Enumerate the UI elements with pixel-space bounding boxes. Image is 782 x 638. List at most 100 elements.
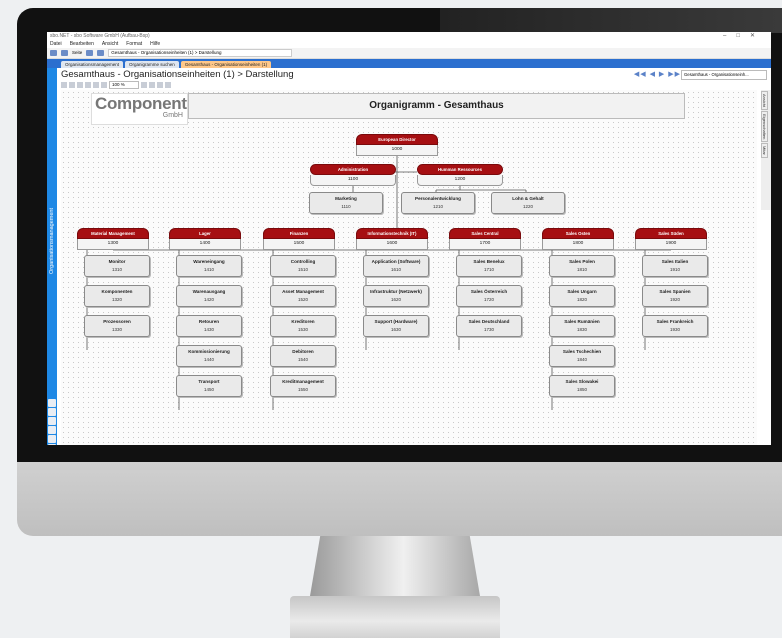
org-unit-node[interactable]: Finanzen 1500 — [263, 228, 335, 250]
org-sub-unit[interactable]: Wareneingang 1410 — [176, 255, 242, 277]
org-sub-unit[interactable]: Controlling 1510 — [270, 255, 336, 277]
chart-icon[interactable] — [48, 435, 56, 443]
format-icon[interactable] — [165, 82, 171, 88]
org-unit-node[interactable]: Material Management 1300 — [77, 228, 149, 250]
org-unit-code: 1400 — [169, 239, 241, 250]
sub-unit-name: Sales Ungarn — [567, 289, 597, 294]
print-icon[interactable] — [61, 82, 67, 88]
sub-unit-name: Sales Österreich — [470, 289, 508, 294]
main-toolbar: Seite Gesamthaus - Organisationseinheite… — [47, 48, 771, 59]
org-sub-unit[interactable]: Komponenten 1320 — [84, 285, 150, 307]
sidebar-label[interactable]: Organisationsmanagement — [49, 196, 55, 286]
zoom-out-icon[interactable] — [77, 82, 83, 88]
org-sub-unit[interactable]: Sales Slowakei 1850 — [549, 375, 615, 397]
org-unit-node[interactable]: European Director 1000 — [356, 134, 438, 156]
org-sub-unit[interactable]: Sales Benelux 1710 — [456, 255, 522, 277]
record-navigation[interactable]: ◀◀ ◀ ▶ ▶▶ — [634, 70, 681, 78]
org-unit-name: Finanzen — [263, 228, 335, 239]
sub-unit-name: Sales Benelux — [473, 259, 505, 264]
org-chart-canvas[interactable]: Component GmbH Organigramm - Gesamthaus … — [61, 90, 757, 445]
right-tab-eigenschaften[interactable]: Eigenschaften — [761, 111, 768, 143]
org-unit-code: 1600 — [356, 239, 428, 250]
org-sub-unit[interactable]: Application (Software) 1610 — [363, 255, 429, 277]
org-sub-unit[interactable]: Sales Polen 1810 — [549, 255, 615, 277]
tools-icon[interactable] — [48, 426, 56, 434]
org-sub-unit[interactable]: Sales Österreich 1720 — [456, 285, 522, 307]
menu-ansicht[interactable]: Ansicht — [102, 40, 118, 48]
sub-unit-name: Sales Spanien — [659, 289, 691, 294]
back-icon[interactable] — [86, 50, 94, 56]
people-icon[interactable] — [48, 417, 56, 425]
menu-datei[interactable]: Datei — [50, 40, 62, 48]
sub-unit-name: Sales Tschechien — [562, 349, 602, 354]
org-unit-node[interactable]: Administration 1100 — [310, 164, 396, 186]
org-icon[interactable] — [48, 408, 56, 416]
address-field[interactable]: Gesamthaus - Organisationseinheiten (1) … — [108, 49, 293, 57]
sub-unit-name: Kreditmanagement — [282, 379, 324, 384]
undo-icon[interactable] — [85, 82, 91, 88]
org-unit-node[interactable]: Sales Süden 1900 — [635, 228, 707, 250]
org-sub-unit[interactable]: Marketing 1110 — [309, 192, 383, 214]
sub-unit-code: 1110 — [341, 204, 351, 209]
org-sub-unit[interactable]: Debitoren 1540 — [270, 345, 336, 367]
window-controls[interactable]: –□✕ — [723, 32, 765, 40]
sub-unit-code: 1220 — [522, 204, 533, 209]
org-sub-unit[interactable]: Kreditmanagement 1550 — [270, 375, 336, 397]
sub-unit-code: 1510 — [297, 267, 308, 272]
org-sub-unit[interactable]: Asset Management 1520 — [270, 285, 336, 307]
org-sub-unit[interactable]: Sales Spanien 1920 — [642, 285, 708, 307]
right-tab-mitar[interactable]: Mitar — [761, 143, 768, 159]
sub-unit-code: 1210 — [432, 204, 443, 209]
org-unit-node[interactable]: Informationstechnik (IT) 1600 — [356, 228, 428, 250]
grid-icon[interactable] — [157, 82, 163, 88]
org-sub-unit[interactable]: Sales Italien 1910 — [642, 255, 708, 277]
menu-format[interactable]: Format — [126, 40, 142, 48]
org-sub-unit[interactable]: Kreditoren 1530 — [270, 315, 336, 337]
org-unit-node[interactable]: Humman Ressources 1200 — [417, 164, 503, 186]
zoom-field[interactable]: 100 % — [109, 81, 139, 89]
org-unit-node[interactable]: Lager 1400 — [169, 228, 241, 250]
org-sub-unit[interactable]: Personalentwicklung 1210 — [401, 192, 475, 214]
org-sub-unit[interactable]: Prozessoren 1330 — [84, 315, 150, 337]
monitor-stand-neck — [310, 536, 480, 596]
forward-icon[interactable] — [97, 50, 105, 56]
menubar: Datei Bearbeiten Ansicht Format Hilfe — [47, 40, 771, 48]
org-sub-unit[interactable]: Support (Hardware) 1630 — [363, 315, 429, 337]
sub-unit-code: 1440 — [203, 357, 214, 362]
menu-bearbeiten[interactable]: Bearbeiten — [70, 40, 94, 48]
org-unit-node[interactable]: Sales Central 1700 — [449, 228, 521, 250]
sidebar: Organisationsmanagement — [47, 68, 57, 445]
page-button-label[interactable]: Seite — [72, 48, 82, 58]
sub-unit-name: Application (Software) — [371, 259, 421, 264]
save-icon[interactable] — [50, 50, 57, 56]
org-sub-unit[interactable]: Sales Rumänien 1830 — [549, 315, 615, 337]
org-sub-unit[interactable]: Kommissionierung 1440 — [176, 345, 242, 367]
sub-unit-name: Komponenten — [101, 289, 133, 294]
sub-unit-name: Retouren — [198, 319, 220, 324]
org-sub-unit[interactable]: Warenausgang 1420 — [176, 285, 242, 307]
view-select[interactable]: Gesamthaus - Organisationseinh... — [681, 70, 767, 80]
sub-unit-name: Debitoren — [292, 349, 314, 354]
org-sub-unit[interactable]: Sales Ungarn 1820 — [549, 285, 615, 307]
menu-hilfe[interactable]: Hilfe — [150, 40, 160, 48]
copy-icon[interactable] — [101, 82, 107, 88]
org-sub-unit[interactable]: Lohn & Gehalt 1220 — [491, 192, 565, 214]
org-sub-unit[interactable]: Transport 1450 — [176, 375, 242, 397]
org-sub-unit[interactable]: Retouren 1430 — [176, 315, 242, 337]
right-tab-ansicht[interactable]: Ansicht — [761, 91, 768, 111]
redo-icon[interactable] — [93, 82, 99, 88]
layout-icon[interactable] — [149, 82, 155, 88]
zoom-in-icon[interactable] — [69, 82, 75, 88]
org-unit-node[interactable]: Sales Osten 1800 — [542, 228, 614, 250]
align-icon[interactable] — [141, 82, 147, 88]
org-sub-unit[interactable]: Sales Frankreich 1930 — [642, 315, 708, 337]
sub-unit-code: 1610 — [390, 267, 401, 272]
export-icon[interactable] — [48, 444, 56, 445]
sbo-icon[interactable] — [48, 399, 56, 407]
org-unit-name: Sales Central — [449, 228, 521, 239]
org-sub-unit[interactable]: Infrastruktur (Netzwerk) 1620 — [363, 285, 429, 307]
org-sub-unit[interactable]: Monitor 1310 — [84, 255, 150, 277]
org-sub-unit[interactable]: Sales Deutschland 1730 — [456, 315, 522, 337]
page-icon[interactable] — [61, 50, 68, 56]
org-sub-unit[interactable]: Sales Tschechien 1840 — [549, 345, 615, 367]
